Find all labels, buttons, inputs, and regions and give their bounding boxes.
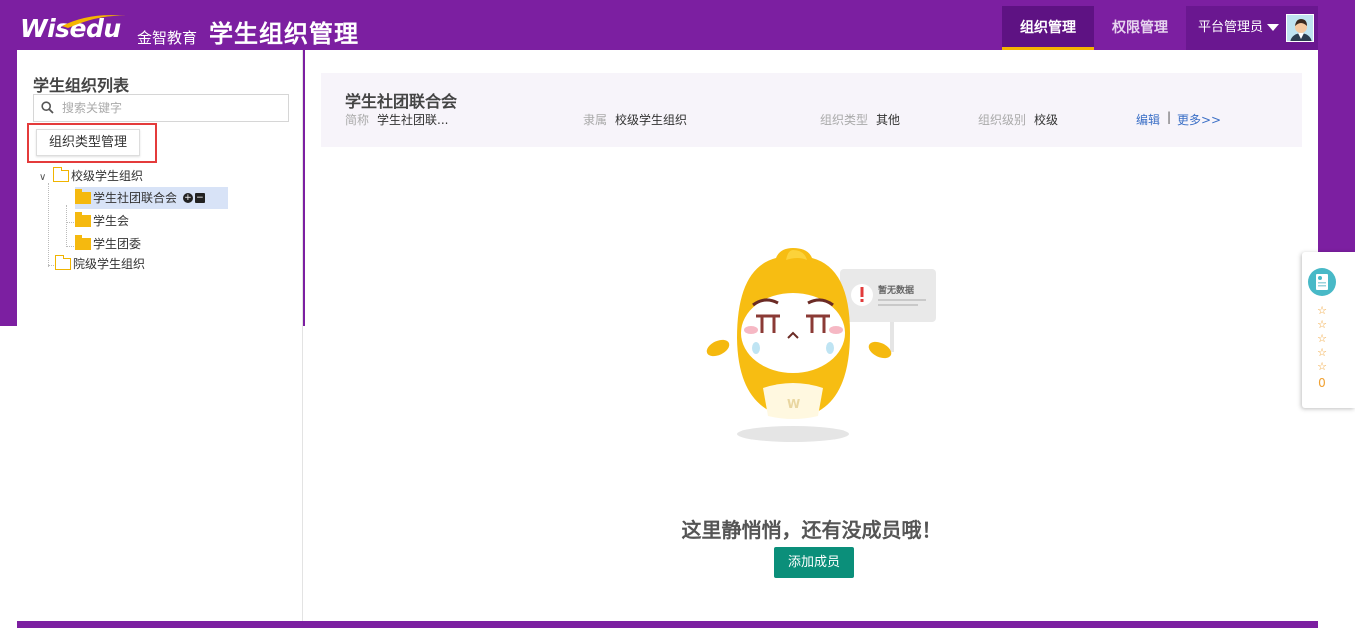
star-icon[interactable]: ☆	[1314, 332, 1330, 346]
tree-node-label: 学生会	[93, 214, 130, 228]
search-icon	[41, 101, 54, 114]
org-list-sidebar: 学生组织列表 组织类型管理 ∨ 校级学生组织 学生社团联合会 +− 学生会 学生团…	[17, 50, 303, 621]
rating-stars[interactable]: ☆ ☆ ☆ ☆ ☆	[1314, 304, 1330, 374]
add-member-button[interactable]: 添加成员	[774, 547, 854, 578]
app-title: 学生组织管理	[209, 20, 359, 48]
tree-node-school-level[interactable]: ∨ 校级学生组织	[39, 165, 143, 187]
remove-node-icon[interactable]: −	[194, 192, 205, 203]
info-value: 校级学生组织	[615, 113, 688, 127]
tree-guide-line	[48, 183, 49, 267]
more-link[interactable]: 更多>>	[1177, 111, 1221, 128]
tree-node-student-union[interactable]: 学生会	[75, 210, 129, 232]
tree-guide-line	[66, 246, 74, 247]
tab-org-management[interactable]: 组织管理	[1002, 6, 1094, 50]
org-name: 学生社团联合会	[345, 92, 458, 111]
footer-bar	[17, 621, 1318, 628]
folder-open-icon	[53, 166, 69, 182]
top-header: Wisedu 金智教育 学生组织管理 组织管理 权限管理 平台管理员	[0, 6, 1355, 50]
tree-node-label: 校级学生组织	[71, 169, 144, 183]
add-node-icon[interactable]: +	[182, 192, 193, 203]
info-affiliation: 隶属 校级学生组织	[583, 111, 687, 128]
empty-mascot-illustration: 暂无数据 W	[706, 248, 936, 442]
tree-node-youth-league[interactable]: 学生团委	[75, 233, 141, 255]
tree-node-label: 院级学生组织	[73, 257, 146, 271]
tree-guide-line	[66, 205, 67, 247]
logo-cn-text: 金智教育	[137, 29, 198, 47]
user-name: 平台管理员	[1198, 20, 1264, 35]
info-label: 简称	[345, 113, 370, 127]
star-icon[interactable]: ☆	[1314, 346, 1330, 360]
svg-text:W: W	[787, 397, 800, 411]
user-menu[interactable]: 平台管理员	[1186, 6, 1318, 50]
main-content: 学生社团联合会 简称 学生社团联... 隶属 校级学生组织 组织类型 其他 组织级别校…	[305, 50, 1318, 621]
info-label: 组织类型	[820, 113, 869, 127]
edit-link[interactable]: 编辑	[1136, 111, 1160, 128]
star-icon[interactable]: ☆	[1314, 318, 1330, 332]
info-label: 隶属	[583, 113, 608, 127]
rating-count: 0	[1318, 376, 1326, 390]
empty-state-message: 这里静悄悄，还有没成员哦！	[681, 518, 942, 542]
tree-node-label: 学生团委	[93, 237, 142, 251]
tree-guide-line	[66, 222, 74, 223]
info-value: 其他	[876, 113, 901, 127]
caret-down-icon[interactable]	[1267, 24, 1279, 31]
empty-sign-text: 暂无数据	[878, 284, 914, 296]
org-type-manage-button[interactable]: 组织类型管理	[36, 129, 140, 156]
user-avatar-icon[interactable]	[1286, 14, 1314, 42]
resume-icon[interactable]	[1308, 268, 1336, 296]
star-icon[interactable]: ☆	[1314, 304, 1330, 318]
folder-icon	[75, 188, 91, 204]
info-value: 校级	[1034, 113, 1059, 127]
chevron-down-icon[interactable]: ∨	[39, 167, 51, 189]
tree-node-club-union[interactable]: 学生社团联合会 + −	[75, 187, 205, 209]
floating-rating-widget[interactable]: ☆ ☆ ☆ ☆ ☆ 0	[1302, 252, 1355, 408]
info-label: 组织级别	[978, 113, 1027, 127]
info-value: 学生社团联...	[377, 113, 449, 127]
search-box[interactable]	[33, 94, 289, 122]
tab-permission-management[interactable]: 权限管理	[1094, 6, 1186, 50]
link-separator: |	[1167, 110, 1172, 124]
folder-icon	[55, 254, 71, 270]
tree-node-college-level[interactable]: 院级学生组织	[55, 253, 145, 275]
info-org-type: 组织类型 其他	[820, 111, 900, 128]
org-info-card: 学生社团联合会 简称 学生社团联... 隶属 校级学生组织 组织类型 其他 组织级别校…	[321, 73, 1302, 147]
search-input[interactable]	[62, 98, 282, 118]
info-org-level: 组织级别 校级	[978, 111, 1058, 128]
sidebar-title: 学生组织列表	[33, 76, 130, 95]
highlight-frame: 组织类型管理	[27, 123, 157, 163]
star-icon[interactable]: ☆	[1314, 360, 1330, 374]
folder-icon	[75, 234, 91, 250]
info-short-name: 简称 学生社团联...	[345, 111, 448, 128]
folder-icon	[75, 211, 91, 227]
tree-node-label: 学生社团联合会	[93, 191, 178, 205]
logo-swoosh-icon	[62, 15, 126, 28]
